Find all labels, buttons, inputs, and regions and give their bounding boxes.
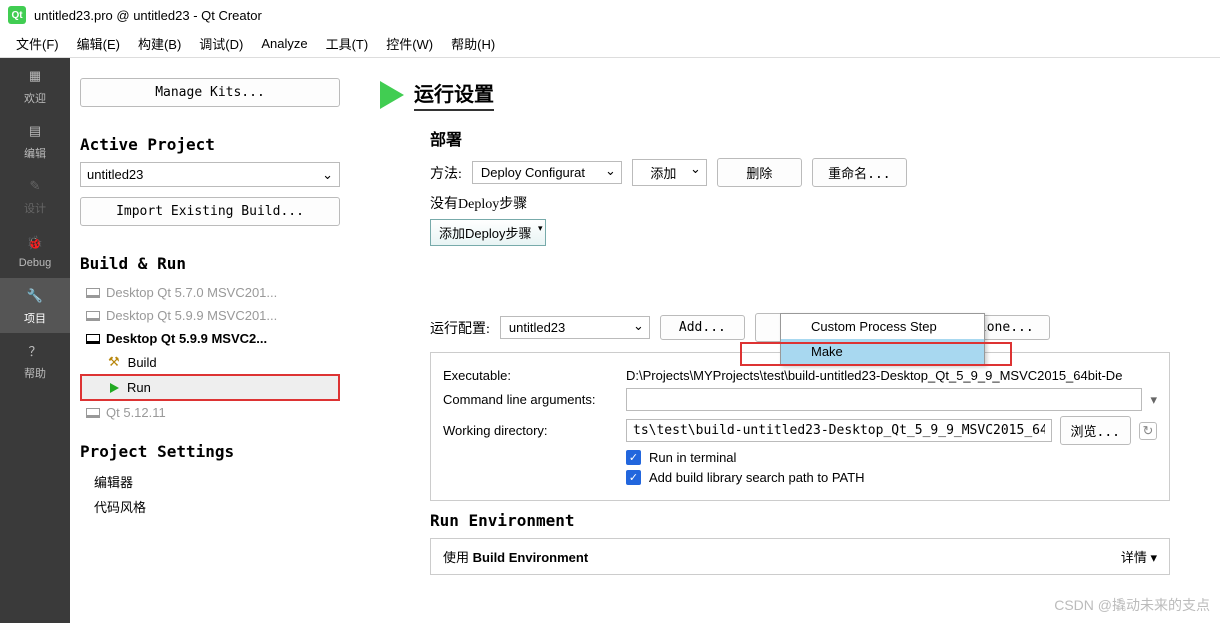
run-add-button[interactable]: Add...: [660, 315, 745, 340]
workdir-input[interactable]: [626, 419, 1052, 442]
menu-tools[interactable]: 工具(T): [318, 30, 377, 57]
deploy-section-title: 部署: [430, 126, 1220, 150]
run-env-title: Run Environment: [430, 511, 1220, 530]
run-config-label: 运行配置:: [430, 318, 490, 338]
run-play-icon: [380, 81, 404, 109]
add-path-checkbox[interactable]: ✓: [626, 470, 641, 485]
highlight-box: [740, 342, 1012, 366]
content-area: 运行设置 部署 方法: Deploy Configurat 添加 删除 重命名.…: [350, 58, 1220, 623]
page-title: 运行设置: [414, 78, 494, 111]
kit-item-0[interactable]: Desktop Qt 5.7.0 MSVC201...: [80, 281, 340, 304]
monitor-icon: [86, 334, 100, 344]
kit-build[interactable]: ⚒Build: [80, 350, 340, 374]
run-config-select[interactable]: untitled23: [500, 316, 650, 339]
settings-editor[interactable]: 编辑器: [80, 469, 340, 494]
bug-icon: 🐞: [25, 233, 45, 253]
env-box: 使用 Build Environment 详情 ▾: [430, 538, 1170, 575]
monitor-icon: [86, 311, 100, 321]
menu-help[interactable]: 帮助(H): [443, 30, 503, 57]
watermark: CSDN @撬动未来的支点: [1054, 595, 1210, 615]
dd-custom-process[interactable]: Custom Process Step: [781, 314, 984, 339]
menu-edit[interactable]: 编辑(E): [69, 30, 128, 57]
menu-build[interactable]: 构建(B): [130, 30, 189, 57]
chevron-down-icon[interactable]: ▾: [1150, 392, 1157, 408]
kit-item-2[interactable]: Desktop Qt 5.9.9 MSVC2...: [80, 327, 340, 350]
rail-welcome[interactable]: ▦欢迎: [0, 58, 70, 113]
rail-debug[interactable]: 🐞Debug: [0, 223, 70, 278]
menubar: 文件(F) 编辑(E) 构建(B) 调试(D) Analyze 工具(T) 控件…: [0, 30, 1220, 58]
monitor-icon: [86, 288, 100, 298]
import-build-button[interactable]: Import Existing Build...: [80, 197, 340, 226]
executable-value: D:\Projects\MYProjects\test\build-untitl…: [626, 368, 1122, 383]
add-deploy-step-button[interactable]: 添加Deploy步骤: [430, 219, 546, 246]
kit-item-1[interactable]: Desktop Qt 5.9.9 MSVC201...: [80, 304, 340, 327]
wrench-icon: 🔧: [25, 286, 45, 306]
workdir-label: Working directory:: [443, 423, 618, 438]
pencil-icon: ✎: [25, 176, 45, 196]
menu-debug[interactable]: 调试(D): [191, 30, 251, 57]
help-icon: ？: [25, 341, 45, 361]
rail-projects[interactable]: 🔧项目: [0, 278, 70, 333]
build-run-title: Build & Run: [80, 254, 340, 273]
deploy-remove-button[interactable]: 删除: [717, 158, 802, 187]
details-expand[interactable]: 详情 ▾: [1121, 547, 1157, 566]
run-terminal-checkbox[interactable]: ✓: [626, 450, 641, 465]
active-project-title: Active Project: [80, 135, 340, 154]
project-sidebar: Manage Kits... Active Project untitled23…: [70, 58, 350, 623]
window-title: untitled23.pro @ untitled23 - Qt Creator: [34, 8, 262, 23]
kit-item-3[interactable]: Qt 5.12.11: [80, 401, 340, 424]
run-details-box: Executable: D:\Projects\MYProjects\test\…: [430, 352, 1170, 501]
hammer-icon: ⚒: [108, 354, 120, 370]
menu-file[interactable]: 文件(F): [8, 30, 67, 57]
rail-help[interactable]: ？帮助: [0, 333, 70, 388]
document-icon: ▤: [25, 121, 45, 141]
deploy-add-button[interactable]: 添加: [632, 159, 707, 186]
method-label: 方法:: [430, 163, 462, 183]
browse-button[interactable]: 浏览...: [1060, 416, 1131, 445]
run-terminal-label: Run in terminal: [649, 450, 736, 465]
grid-icon: ▦: [25, 66, 45, 86]
use-env-label: 使用 Build Environment: [443, 547, 588, 566]
menu-widgets[interactable]: 控件(W): [378, 30, 441, 57]
monitor-icon: [86, 408, 100, 418]
reset-icon[interactable]: ↻: [1139, 422, 1157, 440]
titlebar: Qt untitled23.pro @ untitled23 - Qt Crea…: [0, 0, 1220, 30]
qt-logo-icon: Qt: [8, 6, 26, 24]
mode-rail: ▦欢迎 ▤编辑 ✎设计 🐞Debug 🔧项目 ？帮助: [0, 58, 70, 623]
executable-label: Executable:: [443, 368, 618, 383]
deploy-method-select[interactable]: Deploy Configurat: [472, 161, 622, 184]
cmdargs-label: Command line arguments:: [443, 392, 618, 407]
project-select[interactable]: untitled23⌄: [80, 162, 340, 187]
kit-run[interactable]: Run: [80, 374, 340, 401]
menu-analyze[interactable]: Analyze: [253, 32, 315, 55]
rail-design[interactable]: ✎设计: [0, 168, 70, 223]
settings-codestyle[interactable]: 代码风格: [80, 494, 340, 519]
manage-kits-button[interactable]: Manage Kits...: [80, 78, 340, 107]
project-settings-title: Project Settings: [80, 442, 340, 461]
cmdargs-input[interactable]: [626, 388, 1142, 411]
play-icon: [110, 383, 119, 393]
deploy-rename-button[interactable]: 重命名...: [812, 158, 907, 187]
no-deploy-label: 没有Deploy步骤: [430, 193, 527, 213]
rail-edit[interactable]: ▤编辑: [0, 113, 70, 168]
add-path-label: Add build library search path to PATH: [649, 470, 865, 485]
